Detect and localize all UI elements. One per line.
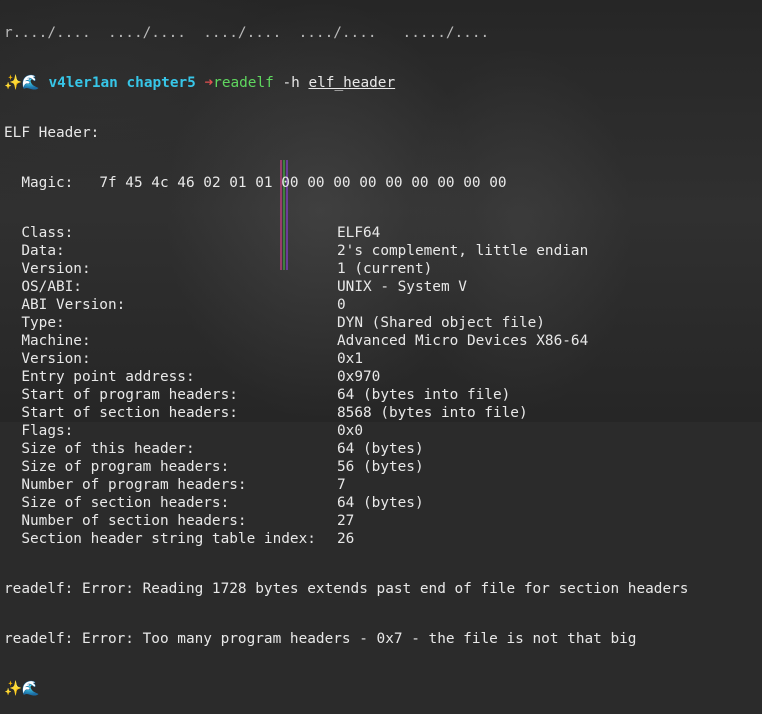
truncated-previous-line: r..../.... ..../.... ..../.... ..../....… (4, 25, 490, 41)
shell-prompt: ✨🌊 v4ler1an chapter5 ➜readelf -h elf_hea… (4, 74, 762, 92)
header-field-row: OS/ABI: UNIX - System V (4, 278, 762, 296)
header-field-row: Class: ELF64 (4, 224, 762, 242)
header-field-row: Number of program headers: 7 (4, 476, 762, 494)
header-field-row: ABI Version: 0 (4, 296, 762, 314)
next-prompt: ✨🌊 (4, 680, 762, 698)
field-label: Data: (4, 243, 65, 259)
wave-icon: 🌊 (21, 681, 40, 697)
field-label: Flags: (4, 423, 74, 439)
field-label: Machine: (4, 333, 91, 349)
header-field-row: Start of program headers: 64 (bytes into … (4, 386, 762, 404)
field-value: 0x1 (337, 351, 363, 367)
wave-icon: 🌊 (21, 75, 40, 91)
header-field-row: Version: 1 (current) (4, 260, 762, 278)
magic-label: Magic: (4, 175, 100, 191)
header-fields: Class: ELF64 Data: 2's complement, little … (4, 224, 762, 548)
field-label: Start of program headers: (4, 387, 238, 403)
header-field-row: Data: 2's complement, little endian (4, 242, 762, 260)
field-label: Number of section headers: (4, 513, 247, 529)
field-value: Advanced Micro Devices X86-64 (337, 333, 589, 349)
field-label: ABI Version: (4, 297, 126, 313)
field-value: 64 (bytes into file) (337, 387, 511, 403)
field-label: Start of section headers: (4, 405, 238, 421)
sparkles-icon: ✨ (4, 75, 22, 91)
command-file-argument: elf_header (308, 75, 396, 91)
field-value: 64 (bytes) (337, 441, 424, 457)
field-value: 1 (current) (337, 261, 433, 277)
field-value: 7 (337, 477, 346, 493)
field-value: 8568 (bytes into file) (337, 405, 528, 421)
sparkles-icon: ✨ (4, 681, 22, 697)
error-line: readelf: Error: Too many program headers… (4, 631, 637, 647)
field-label: Size of program headers: (4, 459, 230, 475)
header-field-row: Flags: 0x0 (4, 422, 762, 440)
field-label: Size of section headers: (4, 495, 230, 511)
header-field-row: Size of section headers: 64 (bytes) (4, 494, 762, 512)
field-value: 27 (337, 513, 355, 529)
header-field-row: Version: 0x1 (4, 350, 762, 368)
header-field-row: Start of section headers: 8568 (bytes int… (4, 404, 762, 422)
field-value: ELF64 (337, 225, 381, 241)
field-label: Type: (4, 315, 65, 331)
header-field-row: Type: DYN (Shared object file) (4, 314, 762, 332)
prompt-directory: chapter5 (126, 75, 196, 91)
field-value: 0 (337, 297, 346, 313)
header-field-row: Machine: Advanced Micro Devices X86-64 (4, 332, 762, 350)
field-label: Number of program headers: (4, 477, 247, 493)
field-label: Section header string table index: (4, 531, 316, 547)
field-label: Version: (4, 351, 91, 367)
field-label: Size of this header: (4, 441, 195, 457)
field-value: 0x970 (337, 369, 381, 385)
header-field-row: Size of program headers: 56 (bytes) (4, 458, 762, 476)
magic-value: 7f 45 4c 46 02 01 01 00 00 00 00 00 00 0… (99, 175, 507, 191)
header-field-row: Entry point address: 0x970 (4, 368, 762, 386)
field-value: 2's complement, little endian (337, 243, 589, 259)
error-line: readelf: Error: Reading 1728 bytes exten… (4, 581, 689, 597)
header-field-row: Number of section headers: 27 (4, 512, 762, 530)
field-value: 56 (bytes) (337, 459, 424, 475)
header-field-row: Size of this header: 64 (bytes) (4, 440, 762, 458)
field-label: Version: (4, 261, 91, 277)
prompt-user: v4ler1an (48, 75, 118, 91)
prompt-arrow-icon: ➜ (204, 75, 214, 91)
field-value: 26 (337, 531, 355, 547)
field-value: 0x0 (337, 423, 363, 439)
command-name: readelf (213, 75, 274, 91)
field-label: Entry point address: (4, 369, 195, 385)
field-value: UNIX - System V (337, 279, 467, 295)
command-flag: -h (282, 75, 300, 91)
field-value: DYN (Shared object file) (337, 315, 545, 331)
field-value: 64 (bytes) (337, 495, 424, 511)
field-label: OS/ABI: (4, 279, 82, 295)
field-label: Class: (4, 225, 74, 241)
terminal-output[interactable]: r..../.... ..../.... ..../.... ..../....… (4, 0, 762, 714)
elf-header-title: ELF Header: (4, 125, 100, 141)
magic-line: Magic: 7f 45 4c 46 02 01 01 00 00 00 00 … (4, 174, 762, 192)
header-field-row: Section header string table index: 26 (4, 530, 762, 548)
